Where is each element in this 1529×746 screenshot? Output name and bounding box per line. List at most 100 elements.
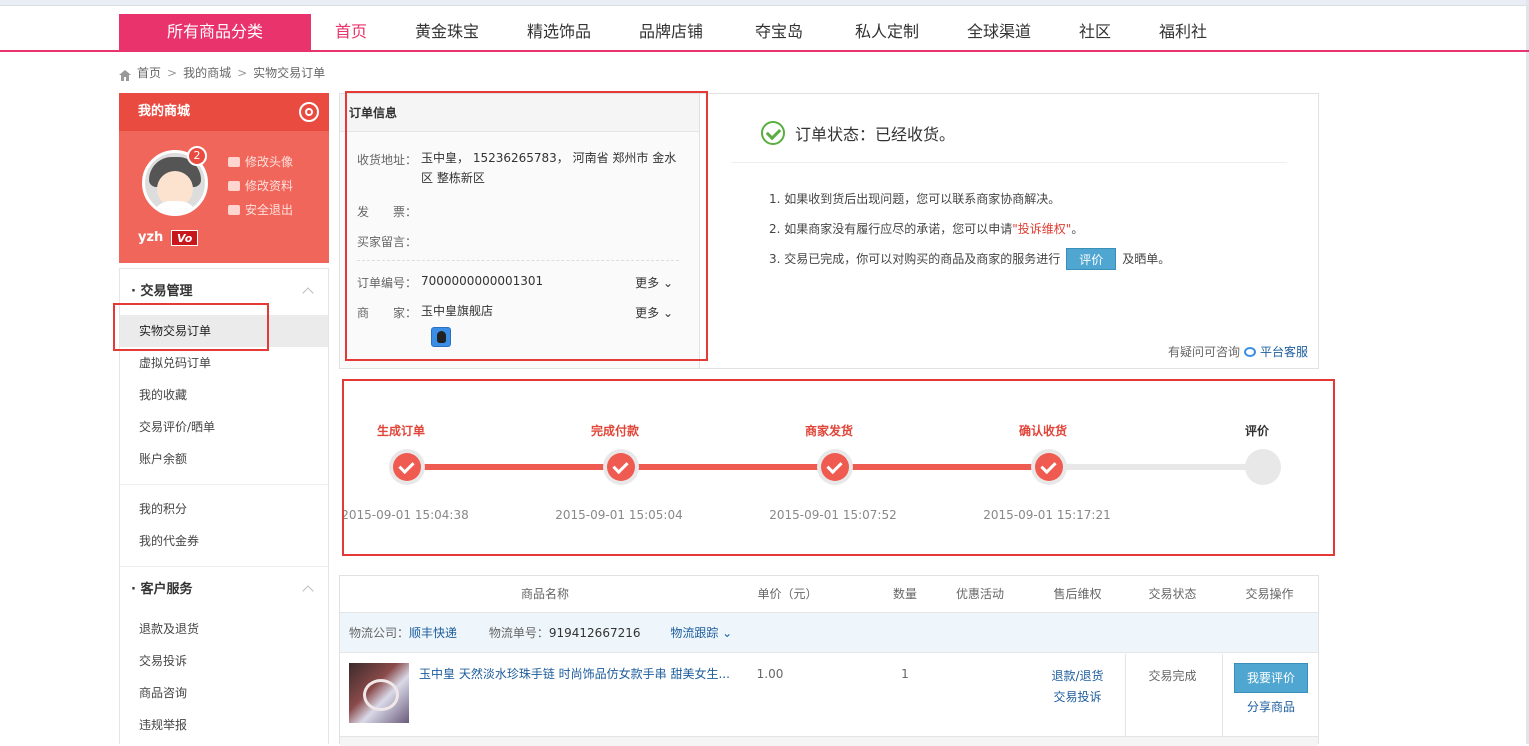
nav-item-jewelry[interactable]: 精选饰品 <box>503 14 615 50</box>
tip-1: 1. 如果收到货后出现问题，您可以联系商家协商解决。 <box>769 192 1061 206</box>
dashed-divider <box>357 260 679 261</box>
sidebar-item-virtual-orders[interactable]: 虚拟兑码订单 <box>120 347 328 379</box>
qq-chat-icon[interactable] <box>431 327 451 347</box>
chevron-down-icon: ⌄ <box>722 626 733 640</box>
column-header: 交易状态 <box>1148 587 1197 601</box>
home-icon <box>119 68 131 81</box>
breadcrumb-home[interactable]: 首页 <box>137 64 161 82</box>
profile-panel: 我的商城 2 修改头像 修改资料 安全退出 yzh Vo <box>119 93 329 263</box>
profile-links: 修改头像 修改资料 安全退出 <box>228 150 293 222</box>
sidebar-item-favorites[interactable]: 我的收藏 <box>120 379 328 411</box>
breadcrumb-separator: > <box>237 66 248 80</box>
pencil-icon <box>228 181 240 191</box>
step-time: 2015-09-01 15:17:21 <box>983 508 1111 522</box>
sidebar-item-reviews[interactable]: 交易评价/晒单 <box>120 411 328 443</box>
sidebar-item-complaints[interactable]: 交易投诉 <box>120 645 328 677</box>
power-icon <box>228 205 240 215</box>
chevron-up-icon[interactable] <box>302 585 314 597</box>
column-header: 单价（元） <box>757 587 818 601</box>
nav-item-welfare[interactable]: 福利社 <box>1135 14 1231 50</box>
breadcrumb-mall[interactable]: 我的商城 <box>183 64 231 82</box>
breadcrumb-current: 实物交易订单 <box>253 66 326 80</box>
chevron-down-icon: ⌄ <box>662 276 673 290</box>
sidebar-item-report[interactable]: 违规举报 <box>120 709 328 741</box>
column-header: 数量 <box>892 587 917 601</box>
logistics-row: 物流公司：顺丰快递 物流单号：919412667216 物流跟踪 ⌄ <box>340 613 1318 653</box>
order-info-header: 订单信息 <box>340 94 699 132</box>
divider <box>731 162 1287 163</box>
column-header: 售后维权 <box>1053 587 1102 601</box>
browser-top-strip <box>0 0 1529 6</box>
step-label: 生成订单 <box>376 424 425 438</box>
breadcrumb-separator: > <box>167 66 178 80</box>
order-more-link[interactable]: 更多 ⌄ <box>635 274 673 291</box>
order-info-panel: 订单信息 收货地址： 玉中皇， 15236265783， 河南省 郑州市 金水区… <box>340 94 700 368</box>
nav-item-community[interactable]: 社区 <box>1055 14 1135 50</box>
order-no-value: 7000000000001301 <box>421 274 544 288</box>
nav-item-brands[interactable]: 品牌店铺 <box>615 14 727 50</box>
step-label: 确认收货 <box>1018 424 1067 438</box>
nav-item-home[interactable]: 首页 <box>311 14 391 50</box>
evaluate-button[interactable]: 评价 <box>1066 248 1117 270</box>
complaint-link[interactable]: "投诉维权" <box>1012 219 1071 239</box>
section-title-service[interactable]: · 客户服务 <box>120 567 328 613</box>
nav-item-custom[interactable]: 私人定制 <box>831 14 943 50</box>
sidebar-item-points[interactable]: 我的积分 <box>120 493 328 525</box>
order-no-row: 订单编号： 7000000000001301 <box>357 274 543 291</box>
complaint-link[interactable]: 交易投诉 <box>1030 688 1125 705</box>
edit-profile-link[interactable]: 修改资料 <box>228 174 293 198</box>
nav-item-global[interactable]: 全球渠道 <box>943 14 1055 50</box>
notification-badge[interactable]: 2 <box>187 146 207 166</box>
logout-link[interactable]: 安全退出 <box>228 198 293 222</box>
tracking-link[interactable]: 物流跟踪 ⌄ <box>670 626 732 640</box>
sidebar-item-physical-orders[interactable]: 实物交易订单 <box>120 315 328 347</box>
refund-link[interactable]: 退款/退货 <box>1030 667 1125 684</box>
step-time: 2015-09-01 15:04:38 <box>341 508 469 522</box>
sidebar-item-balance[interactable]: 账户余额 <box>120 443 328 475</box>
divider <box>120 484 328 485</box>
check-icon <box>603 449 639 485</box>
order-status: 订单状态：已经收货。 <box>761 121 955 145</box>
chat-icon <box>1243 346 1256 357</box>
check-icon <box>389 449 425 485</box>
vip-badge: Vo <box>171 230 199 246</box>
column-header: 商品名称 <box>520 587 569 601</box>
message-label: 买家留言： <box>357 235 418 249</box>
nav-item-treasure[interactable]: 夺宝岛 <box>727 14 831 50</box>
column-divider <box>1222 654 1223 736</box>
merchant-row: 商 家： 玉中皇旗舰店 <box>357 304 493 321</box>
platform-support-link[interactable]: 平台客服 <box>1260 343 1308 360</box>
tip-2: 2. 如果商家没有履行应尽的承诺，您可以申请 "投诉维权" 。 <box>769 214 1170 244</box>
step-time: 2015-09-01 15:05:04 <box>555 508 683 522</box>
all-categories-button[interactable]: 所有商品分类 <box>119 14 311 50</box>
logistics-company[interactable]: 顺丰快递 <box>409 626 457 640</box>
step-time: 2015-09-01 15:07:52 <box>769 508 897 522</box>
camera-icon <box>228 157 240 167</box>
sidebar-item-inquiries[interactable]: 商品咨询 <box>120 677 328 709</box>
section-title-trade[interactable]: · 交易管理 <box>120 269 328 315</box>
chevron-down-icon: ⌄ <box>662 306 673 320</box>
edit-avatar-link[interactable]: 修改头像 <box>228 150 293 174</box>
merchant-label: 商 家： <box>357 306 418 320</box>
check-circle-icon <box>761 121 785 145</box>
progress-fill <box>407 464 1049 470</box>
profile-title: 我的商城 <box>138 104 191 119</box>
step-label: 评价 <box>1244 424 1269 438</box>
tip-3: 3. 交易已完成，你可以对购买的商品及商家的服务进行 评价 及晒单。 <box>769 244 1170 274</box>
product-thumbnail[interactable] <box>349 663 409 723</box>
table-footer <box>340 736 1318 746</box>
merchant-value[interactable]: 玉中皇旗舰店 <box>421 304 493 321</box>
username: yzh <box>138 230 164 245</box>
share-product-link[interactable]: 分享商品 <box>1234 698 1308 715</box>
column-header: 优惠活动 <box>955 587 1004 601</box>
product-name-link[interactable]: 玉中皇 天然淡水珍珠手链 时尚饰品仿女款手串 甜美女生... <box>419 665 729 682</box>
sidebar-item-refunds[interactable]: 退款及退货 <box>120 613 328 645</box>
order-no-label: 订单编号： <box>357 276 418 290</box>
trade-status: 交易完成 <box>1148 669 1197 683</box>
nav-item-gold[interactable]: 黄金珠宝 <box>391 14 503 50</box>
gear-icon[interactable] <box>299 102 319 122</box>
sidebar-item-vouchers[interactable]: 我的代金券 <box>120 525 328 557</box>
merchant-more-link[interactable]: 更多 ⌄ <box>635 304 673 321</box>
rate-button[interactable]: 我要评价 <box>1234 663 1308 693</box>
chevron-up-icon[interactable] <box>302 287 314 299</box>
